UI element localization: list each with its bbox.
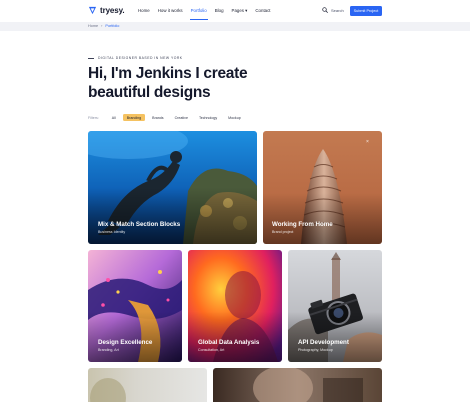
search-button[interactable]: Search (322, 7, 344, 13)
filter-technology[interactable]: Technology (195, 114, 221, 121)
nav-contact[interactable]: Contact (255, 8, 270, 14)
card-title: API Development (298, 339, 349, 346)
card-title: Design Excellence (98, 339, 153, 346)
portfolio-filters: Filters: All Branding Brands Creative Te… (88, 114, 248, 121)
site-header: tryesy. Home How it works Portfolio Blog… (0, 0, 470, 22)
portfolio-card-mix-match[interactable]: Mix & Match Section Blocks Business Iden… (88, 131, 257, 244)
portfolio-card-global-data-analysis[interactable]: Global Data Analysis Consultation, Art (188, 250, 282, 362)
portfolio-card-partial-1[interactable] (88, 368, 207, 402)
brand-logo[interactable]: tryesy. (88, 6, 125, 15)
submit-project-button[interactable]: Submit Project (350, 6, 382, 16)
search-icon (322, 7, 328, 13)
breadcrumb-home[interactable]: Home (88, 24, 98, 28)
card-subtitle: Brand project (272, 230, 294, 234)
card-subtitle: Photography, Mockup (298, 348, 333, 352)
breadcrumb-current: Portfolio (105, 24, 120, 28)
brand-name: tryesy. (100, 6, 125, 15)
breadcrumb-separator: › (101, 24, 103, 28)
tryesy-logo-icon (88, 6, 97, 15)
card-image-blurred (88, 368, 207, 402)
card-subtitle: Branding, Art (98, 348, 119, 352)
search-label: Search (331, 7, 344, 13)
card-image-workspace (213, 368, 382, 402)
close-icon[interactable]: × (366, 139, 369, 145)
page-title-line-1: Hi, I'm Jenkins I create (88, 65, 248, 82)
portfolio-card-design-excellence[interactable]: Design Excellence Branding, Art (88, 250, 182, 362)
card-title: Working From Home (272, 221, 333, 228)
page-title-line-2: beautiful designs (88, 84, 211, 101)
nav-home[interactable]: Home (138, 8, 150, 14)
filters-label: Filters: (88, 115, 99, 120)
eyebrow-dash (88, 57, 94, 59)
card-subtitle: Consultation, Art (198, 348, 225, 352)
main-nav: Home How it works Portfolio Blog Pages ▾… (138, 8, 279, 20)
page-title: Hi, I'm Jenkins I create beautiful desig… (88, 64, 348, 102)
filter-all[interactable]: All (108, 114, 120, 121)
card-title: Mix & Match Section Blocks (98, 221, 181, 228)
breadcrumb: Home › Portfolio (88, 24, 119, 28)
portfolio-card-api-development[interactable]: API Development Photography, Mockup (288, 250, 382, 362)
card-title: Global Data Analysis (198, 339, 260, 346)
filter-brands[interactable]: Brands (148, 114, 167, 121)
filter-creative[interactable]: Creative (171, 114, 192, 121)
card-subtitle: Business Identity (98, 230, 126, 234)
breadcrumb-bar: Home › Portfolio (0, 22, 470, 31)
portfolio-card-working-from-home[interactable]: × Working From Home Brand project (263, 131, 382, 244)
portfolio-card-partial-2[interactable] (213, 368, 382, 402)
nav-portfolio[interactable]: Portfolio (189, 8, 208, 20)
filter-mockup[interactable]: Mockup (224, 114, 245, 121)
nav-blog[interactable]: Blog (215, 8, 224, 14)
nav-pages-dropdown[interactable]: Pages ▾ (232, 8, 248, 14)
nav-how-it-works[interactable]: How it works (158, 8, 183, 14)
hero-eyebrow: DIGITAL DESIGNER BASED IN NEW YORK (88, 56, 183, 60)
filter-branding[interactable]: Branding (122, 114, 146, 121)
eyebrow-text: DIGITAL DESIGNER BASED IN NEW YORK (98, 56, 183, 60)
